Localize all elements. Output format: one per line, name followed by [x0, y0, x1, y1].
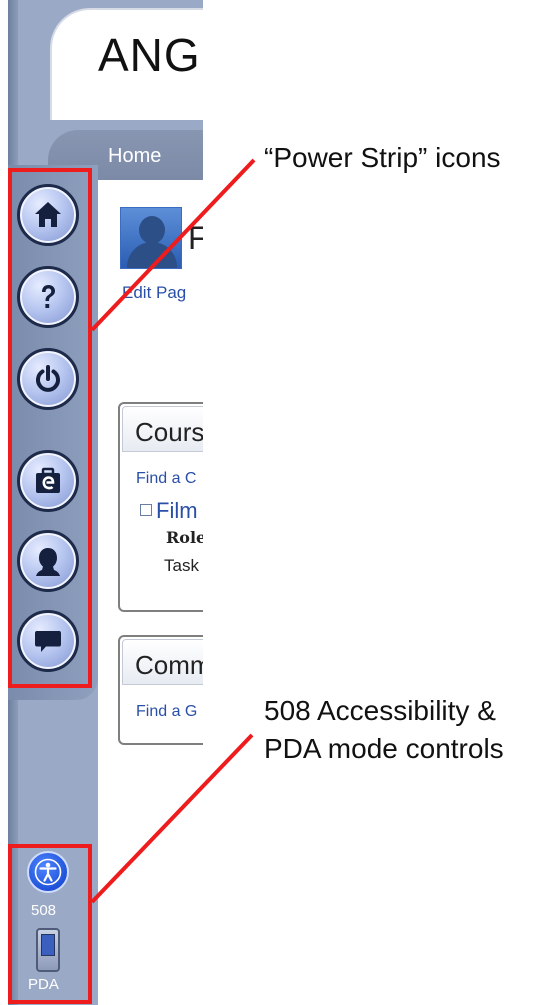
accessibility-callout-line	[90, 733, 254, 904]
power-strip-caption: “Power Strip” icons	[264, 142, 501, 173]
accessibility-caption-line-2: PDA mode controls	[264, 733, 504, 764]
accessibility-caption-line-1: 508 Accessibility &	[264, 695, 496, 726]
power-strip-callout-line	[90, 158, 256, 332]
